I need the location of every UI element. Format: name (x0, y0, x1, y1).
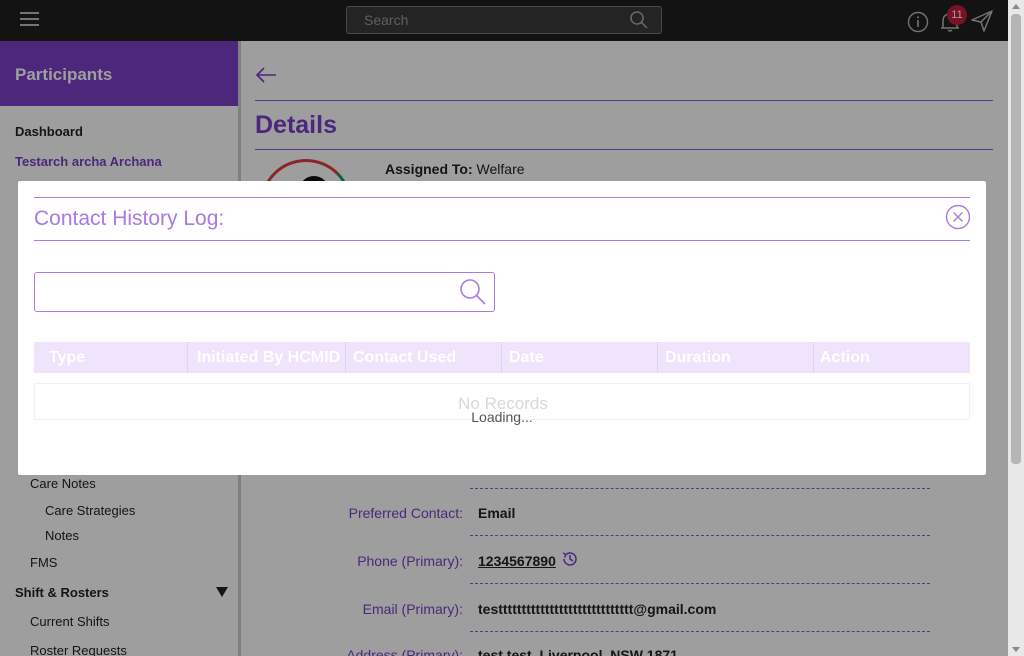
scroll-up-arrow[interactable] (1012, 4, 1020, 9)
contact-history-search-input[interactable] (35, 273, 445, 311)
scroll-down-arrow[interactable] (1012, 647, 1020, 652)
column-header-date[interactable]: Date (502, 342, 658, 373)
table-header: Type Initiated By HCMID Contact Used Dat… (34, 342, 970, 373)
modal-title: Contact History Log: (34, 207, 225, 230)
contact-history-modal: Contact History Log: Type Initiated By H… (18, 181, 986, 475)
search-icon[interactable] (458, 277, 488, 307)
column-header-duration[interactable]: Duration (658, 342, 814, 373)
contact-history-search[interactable] (34, 272, 495, 312)
column-header-action[interactable]: Action (814, 342, 970, 373)
close-icon[interactable] (945, 204, 971, 230)
divider (34, 197, 970, 198)
page-scrollbar[interactable] (1008, 0, 1024, 656)
scroll-thumb[interactable] (1011, 14, 1021, 464)
column-header-contact-used[interactable]: Contact Used (346, 342, 502, 373)
divider (34, 240, 970, 241)
loading-indicator: Loading... (471, 409, 533, 425)
column-header-initiated-by[interactable]: Initiated By HCMID (188, 342, 346, 373)
column-header-type[interactable]: Type (34, 342, 188, 373)
